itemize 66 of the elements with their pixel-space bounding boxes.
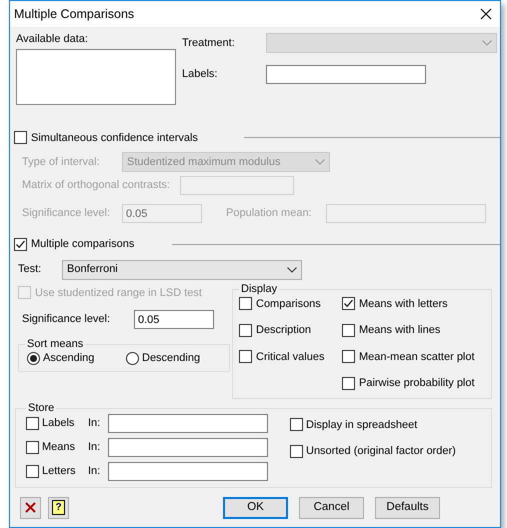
group-title: Store bbox=[28, 402, 54, 414]
dialog-button[interactable]: Defaults bbox=[375, 496, 440, 518]
checkbox[interactable] bbox=[290, 444, 303, 458]
checkbox-label: Pairwise probability plot bbox=[359, 376, 475, 391]
text-field[interactable]: 0.05 bbox=[134, 310, 214, 329]
field-label: Matrix of orthogonal contrasts: bbox=[22, 178, 171, 194]
field-label: Population mean: bbox=[226, 206, 313, 222]
checkbox[interactable] bbox=[26, 464, 39, 478]
checkbox[interactable] bbox=[239, 324, 252, 337]
checkbox[interactable] bbox=[26, 440, 39, 454]
field-label: Type of interval: bbox=[22, 154, 101, 170]
checkbox-label: Labels bbox=[42, 416, 74, 431]
checkbox-label: Multiple comparisons bbox=[31, 237, 134, 252]
checkbox[interactable] bbox=[290, 418, 303, 432]
text-field[interactable] bbox=[108, 438, 268, 456]
help-button[interactable]: ? bbox=[48, 496, 69, 518]
field-label: Available data: bbox=[16, 32, 89, 47]
checkbox-label: Display in spreadsheet bbox=[306, 418, 418, 432]
checkbox-label: Comparisons bbox=[256, 296, 321, 312]
dialog-button[interactable]: OK bbox=[223, 496, 288, 518]
checkbox[interactable] bbox=[14, 238, 27, 251]
caret-icon bbox=[287, 266, 297, 272]
text-field[interactable] bbox=[266, 65, 426, 84]
group-title: Display bbox=[241, 282, 278, 294]
checkbox[interactable] bbox=[26, 416, 39, 430]
checkbox-label: Use studentized range in LSD test bbox=[35, 286, 202, 300]
checkbox-label: Letters bbox=[42, 464, 76, 479]
window-title: Multiple Comparisons bbox=[14, 6, 134, 23]
field-label: In: bbox=[88, 416, 102, 431]
field-label: Significance level: bbox=[22, 206, 112, 222]
checkbox-label: Means bbox=[42, 440, 76, 455]
checkbox[interactable] bbox=[342, 350, 355, 364]
checkbox-label: Simultaneous confidence intervals bbox=[31, 130, 198, 146]
checkbox-label: Means with letters bbox=[359, 296, 448, 312]
field-label: In: bbox=[88, 464, 102, 479]
caret-icon bbox=[482, 40, 492, 46]
text-field[interactable] bbox=[108, 414, 268, 432]
field-label: Test: bbox=[18, 262, 42, 278]
list-box[interactable] bbox=[16, 48, 176, 104]
radio-label: Ascending bbox=[43, 351, 94, 366]
group-title: Sort means bbox=[27, 338, 84, 350]
clear-button[interactable] bbox=[20, 496, 41, 518]
text-field[interactable] bbox=[108, 462, 268, 480]
checkbox-label: Critical values bbox=[256, 350, 324, 364]
checkbox[interactable] bbox=[342, 376, 355, 390]
checkbox-label: Mean-mean scatter plot bbox=[359, 350, 475, 364]
checkbox-label: Unsorted (original factor order) bbox=[306, 444, 456, 459]
field-label: In: bbox=[88, 440, 102, 455]
close-button[interactable] bbox=[480, 8, 492, 20]
cross-icon bbox=[25, 502, 36, 513]
dropdown[interactable]: Bonferroni bbox=[62, 260, 302, 280]
checkbox[interactable] bbox=[14, 131, 27, 144]
checkbox-label: Means with lines bbox=[359, 323, 440, 338]
checkbox-label: Description bbox=[256, 323, 312, 338]
field-label: Treatment: bbox=[182, 36, 236, 51]
caret-icon bbox=[315, 159, 325, 165]
field-label: Labels: bbox=[182, 67, 218, 82]
radio-button[interactable] bbox=[126, 352, 139, 365]
checkbox[interactable] bbox=[239, 350, 252, 364]
checkbox[interactable] bbox=[342, 324, 355, 337]
checkbox[interactable] bbox=[342, 297, 355, 310]
dialog-button[interactable]: Cancel bbox=[299, 496, 364, 518]
field-label: Significance level: bbox=[22, 312, 112, 328]
radio-button[interactable] bbox=[27, 352, 40, 365]
radio-label: Descending bbox=[142, 351, 200, 366]
checkbox[interactable] bbox=[239, 297, 252, 310]
